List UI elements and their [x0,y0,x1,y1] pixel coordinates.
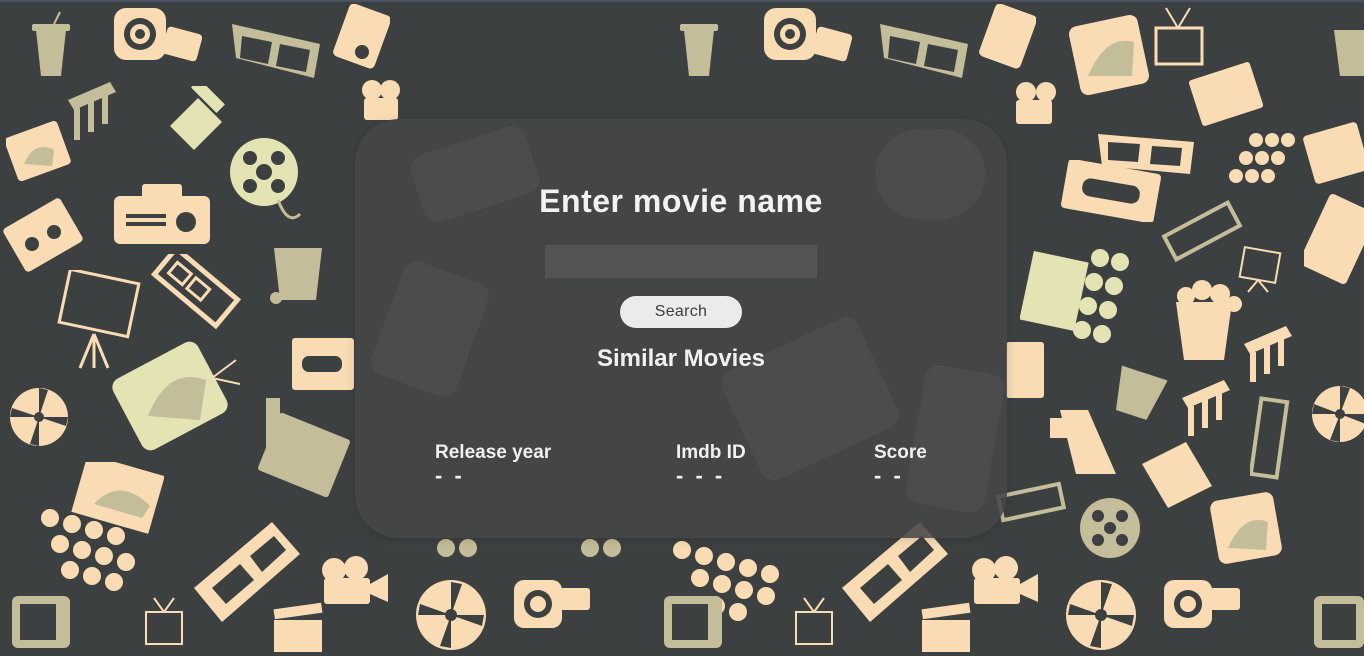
release-year-stat: Release year - - [435,441,551,487]
imdb-id-value: - - - [676,463,726,488]
score-label: Score [874,442,927,463]
vhs-tape-icon [292,338,354,390]
movie-screen-icon [795,597,833,645]
release-year-label: Release year [435,442,552,463]
tv-icon [1068,14,1150,96]
film-reel-icon [10,388,68,446]
score-value: - - [874,463,904,488]
vhs-tape-icon [1304,193,1364,285]
movie-screen-icon [145,597,183,645]
film-reel-icon [416,580,486,650]
camera-icon [764,8,853,62]
vhs-tape-icon [1061,160,1161,222]
film-reel-icon [1312,386,1364,442]
tv-icon [1314,596,1364,648]
film-camera-icon [322,556,388,604]
imdb-id-stat: Imdb ID - - - [676,441,746,487]
cinema-seats-icon [41,462,164,591]
score-stat: Score - - [874,441,927,487]
film-camera-icon [1016,82,1056,124]
similar-movies-heading: Similar Movies [596,345,766,372]
page-title: Enter movie name [539,183,823,219]
cinema-seats-icon [1244,326,1292,382]
film-strip-icon [1250,396,1290,480]
megaphone-icon [1050,410,1116,474]
tv-icon [112,341,241,451]
megaphone-icon [170,86,225,150]
camera-icon [1164,580,1240,628]
popcorn-box-icon [270,248,322,304]
popcorn-cup-icon [32,11,70,76]
tv-icon [12,596,70,648]
3d-glasses-icon [880,24,968,78]
tv-icon [1303,122,1364,184]
search-button[interactable]: Search [620,296,742,328]
imdb-id-label: Imdb ID [676,442,746,463]
release-year-value: - - [435,463,465,488]
projector-icon [979,4,1036,69]
film-strip-icon [150,254,242,330]
projector-icon [333,4,390,69]
vhs-tape-icon [3,198,83,272]
projector-icon [114,184,210,244]
camera-icon [114,8,203,62]
cinema-seats-icon [1182,380,1230,436]
clapperboard-icon [1188,62,1264,126]
popcorn-cup-icon [1334,30,1364,76]
film-reel-icon [1066,580,1136,650]
vhs-tape-icon [1006,342,1044,398]
film-strip-icon [1161,200,1243,263]
film-reel-icon [230,138,302,220]
cinema-seats-icon [437,539,621,557]
camera-icon [514,580,590,628]
clapperboard-icon [258,398,350,498]
tv-icon [1210,492,1282,564]
3d-glasses-icon [232,24,320,78]
movie-search-card: Enter movie name Search Similar Movies R… [355,119,1007,538]
film-reel-icon [1080,498,1140,558]
movie-search-input[interactable] [545,245,817,278]
tv-icon [664,596,722,648]
blurred-background-shape [903,363,1007,515]
popcorn-box-icon [1176,280,1242,360]
cinema-seats-icon [68,82,116,140]
clapperboard-icon [921,602,971,652]
blurred-background-shape [367,257,493,401]
popcorn-cup-icon [680,24,718,76]
film-camera-icon [972,556,1038,604]
